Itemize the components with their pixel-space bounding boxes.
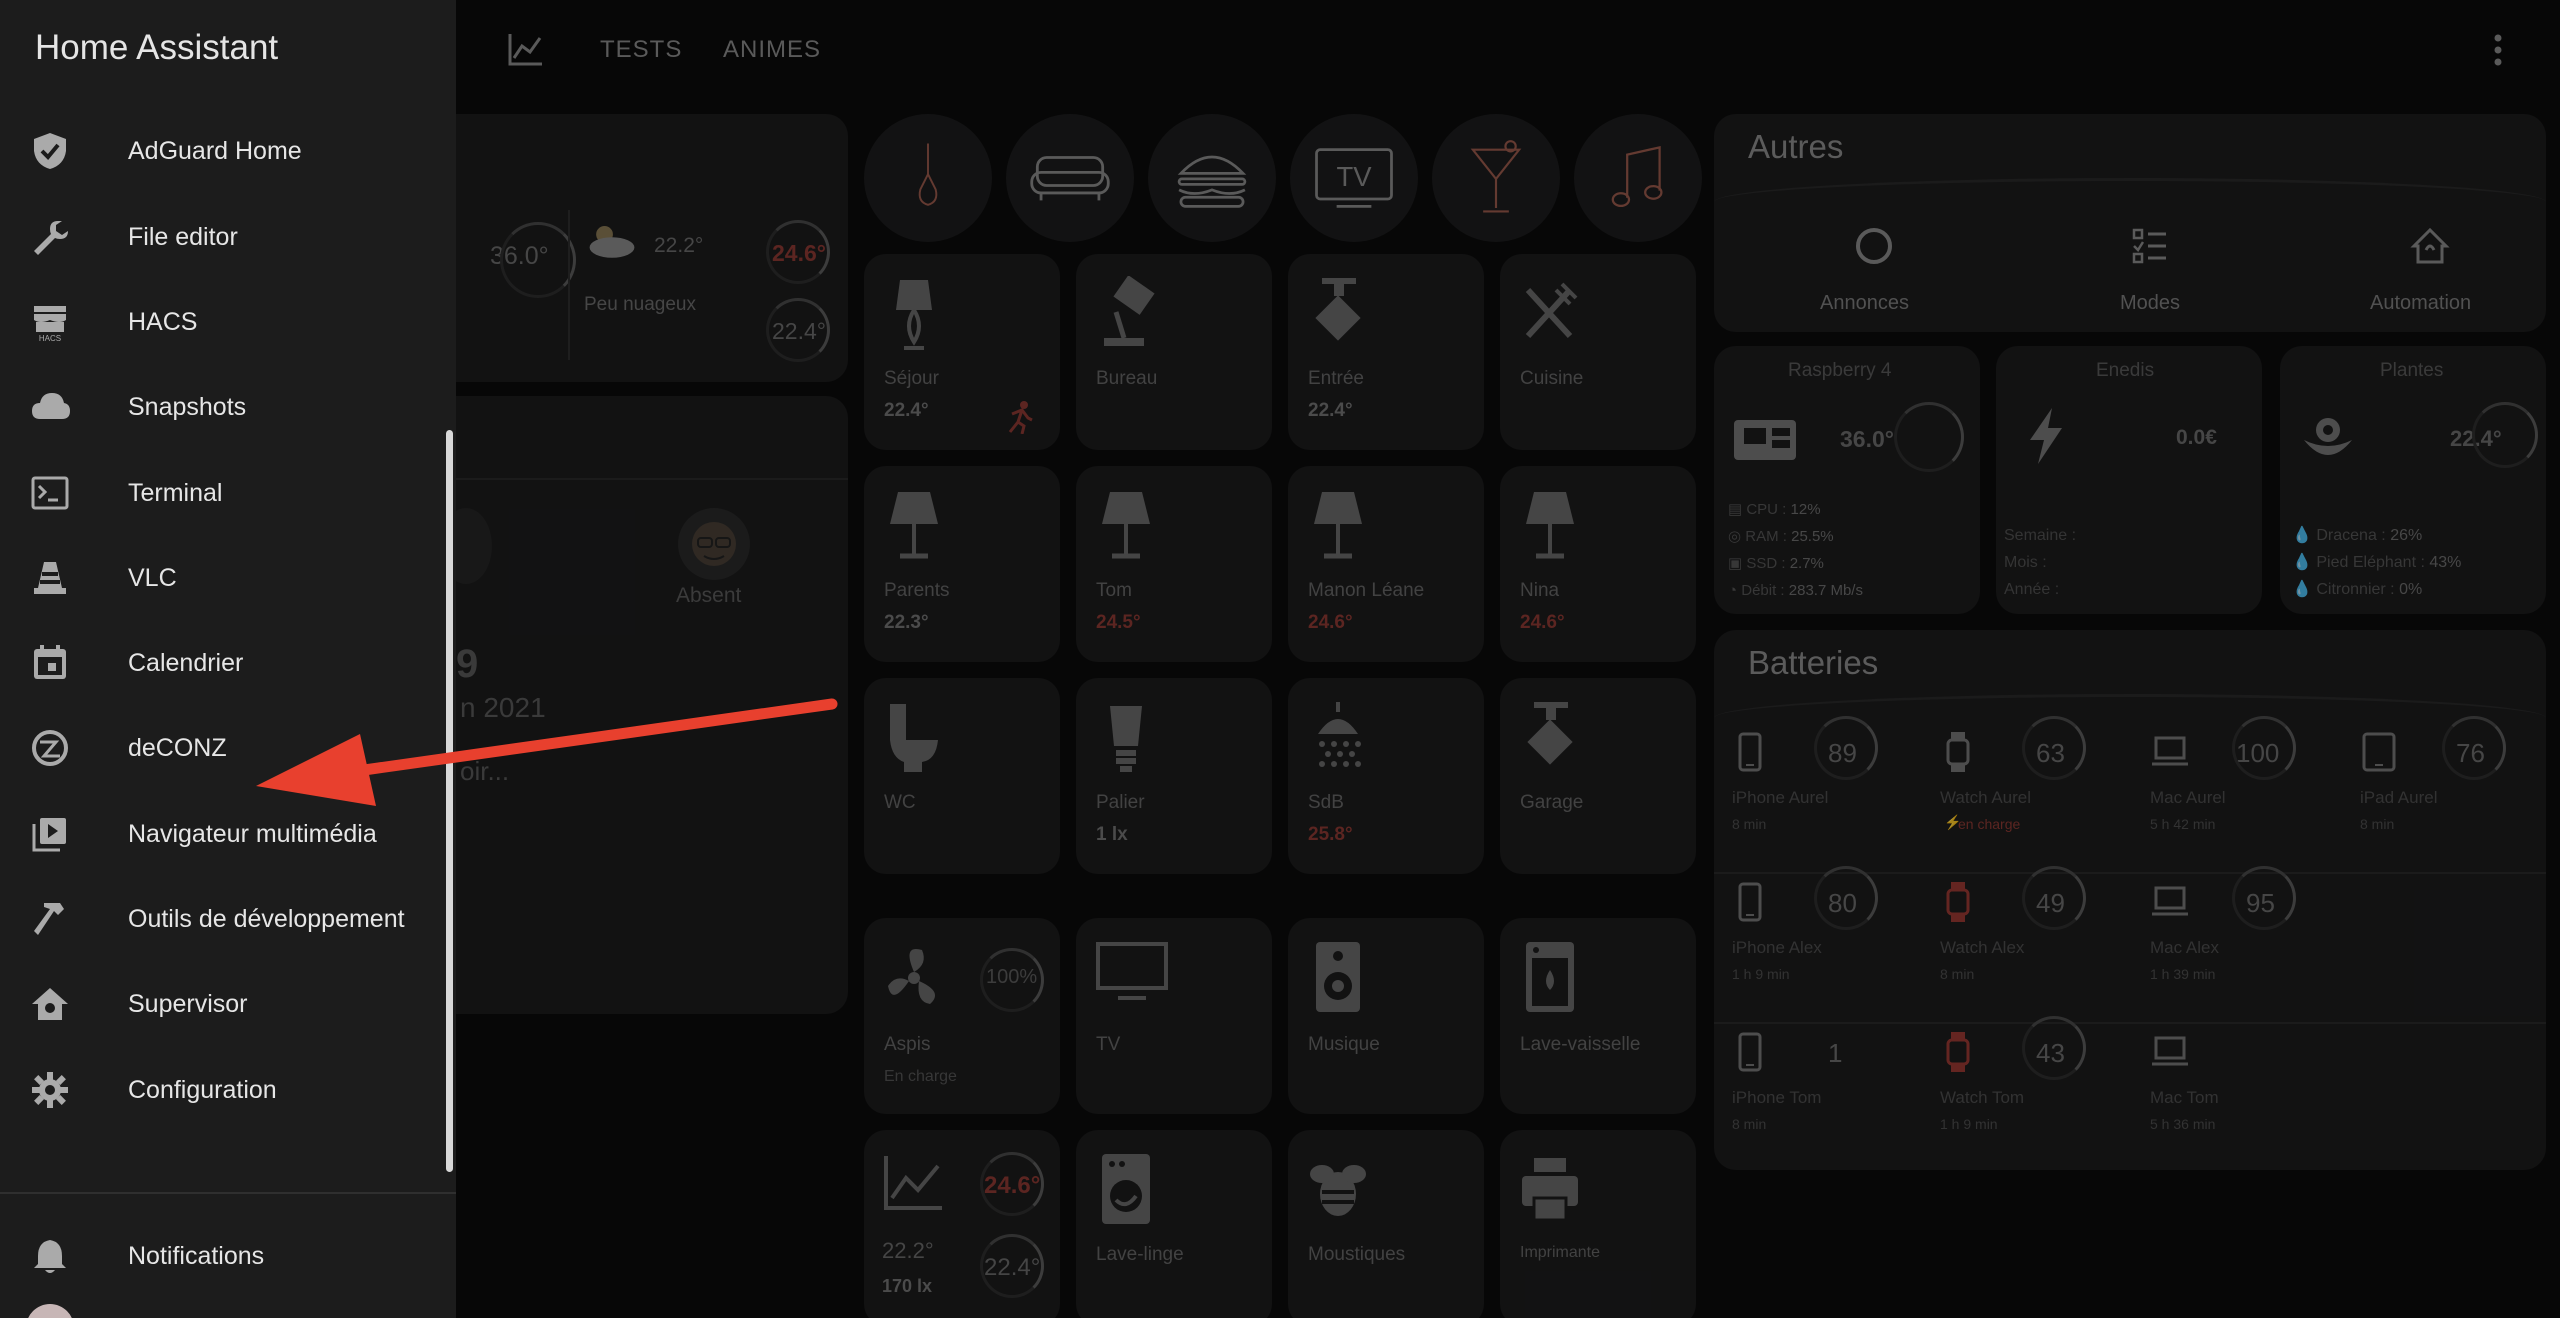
- svg-text:HACS: HACS: [39, 334, 61, 342]
- media-browser-icon: [32, 817, 66, 852]
- sidebar-item-label: Supervisor: [128, 990, 248, 1019]
- user-avatar[interactable]: [26, 1304, 74, 1318]
- sidebar-item-supervisor[interactable]: Supervisor: [0, 966, 448, 1038]
- terminal-icon: [31, 476, 69, 509]
- sidebar-item-label: HACS: [128, 307, 198, 336]
- hammer-icon: [34, 903, 64, 935]
- sidebar-item-label: File editor: [128, 222, 238, 251]
- cloud-icon: [32, 393, 70, 420]
- sidebar-item-label: deCONZ: [128, 734, 227, 763]
- sidebar-item-label: Navigateur multimédia: [128, 819, 377, 848]
- sidebar-item-label: Outils de développement: [128, 905, 405, 933]
- deconz-icon: [32, 730, 68, 767]
- sidebar-item-adguard-home[interactable]: AdGuard Home: [0, 113, 448, 185]
- sidebar-item-label: Terminal: [128, 478, 223, 507]
- sidebar-item-snapshots[interactable]: Snapshots: [0, 369, 448, 441]
- supervisor-home-icon: [32, 988, 68, 1021]
- sidebar-item-vlc[interactable]: VLC: [0, 540, 448, 612]
- annotation-arrow: [256, 698, 838, 806]
- drawer-header: Home Assistant: [0, 0, 456, 96]
- vlc-cone-icon: [34, 561, 66, 594]
- sidebar-item-configuration[interactable]: Configuration: [0, 1052, 448, 1124]
- app-title: Home Assistant: [35, 28, 279, 67]
- sidebar-item-terminal[interactable]: Terminal: [0, 455, 448, 527]
- sidebar-item-file-editor[interactable]: File editor: [0, 199, 448, 271]
- sidebar-item-calendrier[interactable]: Calendrier: [0, 625, 448, 697]
- wrench-icon: [34, 220, 68, 255]
- sidebar-item-label: Snapshots: [128, 393, 247, 422]
- sidebar-item-label: VLC: [128, 563, 177, 592]
- bell-icon: [34, 1240, 66, 1273]
- sidebar-divider: [0, 1192, 456, 1194]
- drawer-scrim[interactable]: [456, 0, 2560, 1318]
- shield-check-icon: [34, 133, 66, 170]
- sidebar-item-outils-de-d-veloppement[interactable]: Outils de développement: [0, 881, 448, 953]
- calendar-icon: [34, 645, 66, 680]
- sidebar-item-label: Calendrier: [128, 649, 244, 678]
- sidebar-drawer: Home Assistant HistoriqueAdGuard HomeFil…: [0, 0, 456, 1318]
- hacs-store-icon: HACS: [34, 305, 66, 342]
- sidebar-item-label: Notifications: [128, 1242, 265, 1270]
- sidebar-item-label: AdGuard Home: [128, 137, 302, 166]
- sidebar-item-hacs[interactable]: HACS HACS: [0, 284, 448, 356]
- cog-icon: [32, 1071, 68, 1108]
- sidebar-item-notifications[interactable]: Notifications: [0, 1218, 448, 1290]
- sidebar-item-label: Configuration: [128, 1075, 277, 1104]
